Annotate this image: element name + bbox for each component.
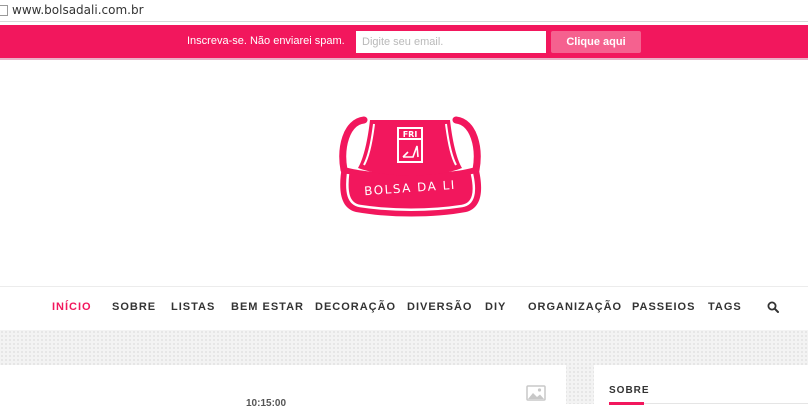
nav-item-passeios[interactable]: PASSEIOS <box>632 301 695 313</box>
subscribe-bar-border <box>0 58 808 60</box>
browser-url-bar[interactable]: www.bolsadali.com.br <box>0 0 808 22</box>
nav-item-listas[interactable]: LISTAS <box>171 301 215 313</box>
bag-logo-icon: FRI BOLSA DA LI <box>339 116 482 217</box>
sidebar-widget: SOBRE <box>594 365 808 405</box>
url-text[interactable]: www.bolsadali.com.br <box>12 3 144 17</box>
nav-item-decoracao[interactable]: DECORAÇÃO <box>315 301 396 313</box>
main-nav: INÍCIO SOBRE LISTAS BEM ESTAR DECORAÇÃO … <box>0 287 808 329</box>
nav-item-tags[interactable]: TAGS <box>708 301 742 313</box>
sidebar-widget-title: SOBRE <box>609 385 650 396</box>
subscribe-bar: Inscreva-se. Não enviarei spam. Clique a… <box>0 25 808 58</box>
nav-item-organizacao[interactable]: ORGANIZAÇÃO <box>528 301 622 313</box>
search-icon[interactable] <box>767 301 779 313</box>
site-logo[interactable]: FRI BOLSA DA LI <box>334 108 486 220</box>
logo-badge-text: FRI <box>403 130 418 139</box>
image-placeholder-icon <box>526 385 546 401</box>
post-card: 10:15:00 <box>0 365 566 409</box>
nav-item-bem-estar[interactable]: BEM ESTAR <box>231 301 304 313</box>
page-icon <box>0 5 8 16</box>
nav-item-diy[interactable]: DIY <box>485 301 506 313</box>
email-input[interactable] <box>356 31 546 53</box>
nav-item-sobre[interactable]: SOBRE <box>112 301 156 313</box>
nav-item-diversao[interactable]: DIVERSÃO <box>407 301 472 313</box>
subscribe-button[interactable]: Clique aqui <box>551 31 641 53</box>
nav-item-inicio[interactable]: INÍCIO <box>52 301 92 313</box>
subscribe-message: Inscreva-se. Não enviarei spam. <box>187 35 345 47</box>
